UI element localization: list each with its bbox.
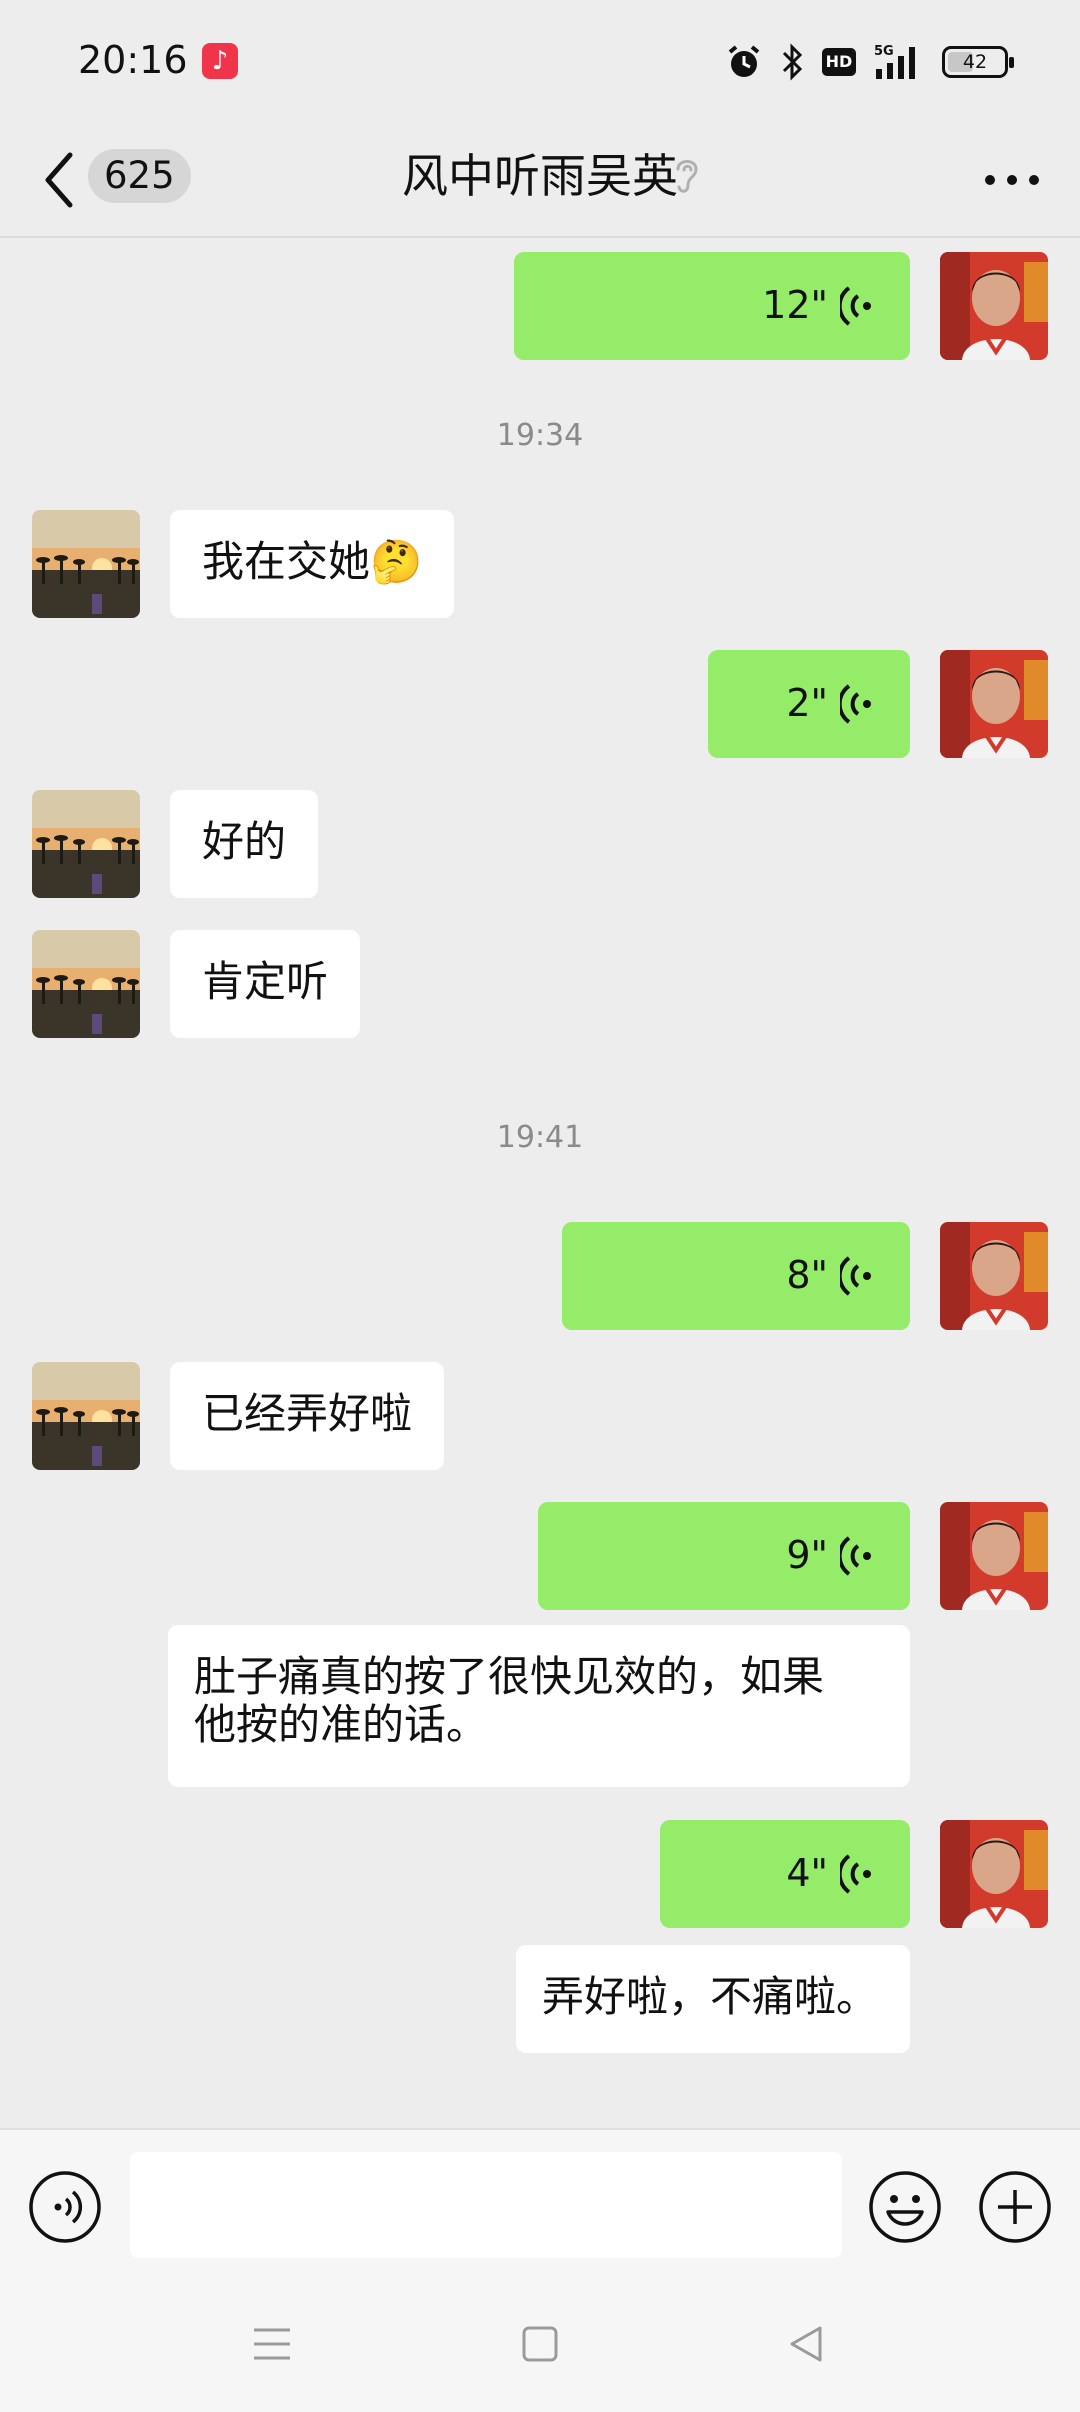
battery-level: 42: [962, 51, 988, 73]
avatar[interactable]: [940, 1222, 1048, 1330]
text-message-bubble[interactable]: 我在交她🤔: [170, 510, 455, 618]
text-message-bubble[interactable]: 已经弄好啦: [170, 1362, 445, 1470]
menu-icon[interactable]: [250, 2322, 294, 2366]
voice-wave-icon: [840, 1256, 871, 1296]
avatar-contact-image: [32, 510, 140, 618]
avatar-contact-image: [32, 930, 140, 1038]
voice-transcript-bubble[interactable]: 肚子痛真的按了很快见效的，如果 他按的准的话。: [168, 1625, 910, 1787]
battery-cap: [1009, 57, 1014, 68]
status-time: 20:16: [78, 38, 188, 82]
message-text: 肯定听: [202, 957, 329, 1006]
avatar-contact-image: [32, 790, 140, 898]
ear-icon: [676, 160, 698, 193]
voice-wave-icon: [840, 1536, 871, 1576]
time-separator: 19:34: [496, 418, 584, 453]
avatar-contact-image: [32, 1362, 140, 1470]
voice-duration: 9": [786, 1533, 828, 1577]
avatar[interactable]: [32, 1362, 140, 1470]
avatar-self-image: [940, 1502, 1048, 1610]
voice-wave-icon: [840, 1854, 871, 1894]
home-icon[interactable]: [518, 2322, 562, 2366]
chat-header: 625 风中听雨吴英: [0, 125, 1080, 238]
avatar-self-image: [940, 1820, 1048, 1928]
status-icons: HD 5G 42: [726, 40, 1014, 84]
message-text: 已经弄好啦: [202, 1389, 413, 1438]
avatar[interactable]: [32, 790, 140, 898]
voice-wave-icon: [840, 684, 871, 724]
chat-message-list[interactable]: 12" 19:34 我在交她🤔 2" 好的 肯定听 19:41 8" 已经弄好啦…: [0, 240, 1080, 2128]
voice-wave-icon: [840, 286, 871, 326]
avatar-self-image: [940, 1222, 1048, 1330]
more-icon[interactable]: [982, 165, 1042, 195]
plus-icon[interactable]: [978, 2170, 1052, 2244]
message-text: 我在交她🤔: [202, 537, 423, 586]
voice-input-icon[interactable]: [28, 2170, 102, 2244]
back-triangle-icon[interactable]: [784, 2322, 828, 2366]
voice-message-bubble[interactable]: 12": [514, 252, 910, 360]
time-separator: 19:41: [496, 1120, 584, 1155]
battery-icon: 42: [942, 46, 1014, 78]
avatar[interactable]: [32, 510, 140, 618]
text-message-bubble[interactable]: 好的: [170, 790, 319, 898]
message-input[interactable]: [130, 2152, 842, 2258]
voice-duration: 4": [786, 1851, 828, 1895]
voice-message-bubble[interactable]: 2": [708, 650, 910, 758]
music-icon: ♪: [202, 43, 238, 79]
voice-message-bubble[interactable]: 4": [660, 1820, 910, 1928]
status-bar: 20:16 ♪ HD 5G 42: [0, 0, 1080, 125]
voice-message-bubble[interactable]: 9": [538, 1502, 910, 1610]
emoji-icon[interactable]: [868, 2170, 942, 2244]
avatar[interactable]: [940, 1820, 1048, 1928]
avatar-self-image: [940, 252, 1048, 360]
hd-badge: HD: [822, 48, 856, 76]
voice-message-bubble[interactable]: 8": [562, 1222, 910, 1330]
transcript-line: 他按的准的话。: [194, 1700, 489, 1749]
system-nav-bar: [0, 2282, 1080, 2412]
avatar[interactable]: [32, 930, 140, 1038]
voice-transcript-bubble[interactable]: 弄好啦，不痛啦。: [516, 1945, 910, 2053]
bluetooth-icon: [782, 43, 803, 81]
chat-title: 风中听雨吴英: [402, 149, 678, 203]
svg-text:5G: 5G: [874, 44, 894, 59]
transcript-text: 弄好啦，不痛啦。: [542, 1972, 879, 2021]
voice-duration: 12": [762, 283, 828, 327]
avatar[interactable]: [940, 1502, 1048, 1610]
avatar[interactable]: [940, 650, 1048, 758]
transcript-line: 肚子痛真的按了很快见效的，如果: [194, 1652, 825, 1701]
signal-icon: 5G: [874, 44, 915, 79]
avatar-self-image: [940, 650, 1048, 758]
text-message-bubble[interactable]: 肯定听: [170, 930, 361, 1038]
alarm-icon: [728, 45, 760, 77]
voice-duration: 2": [786, 681, 828, 725]
voice-duration: 8": [786, 1253, 828, 1297]
message-text: 好的: [202, 817, 287, 866]
avatar[interactable]: [940, 252, 1048, 360]
input-bar: [0, 2128, 1080, 2282]
